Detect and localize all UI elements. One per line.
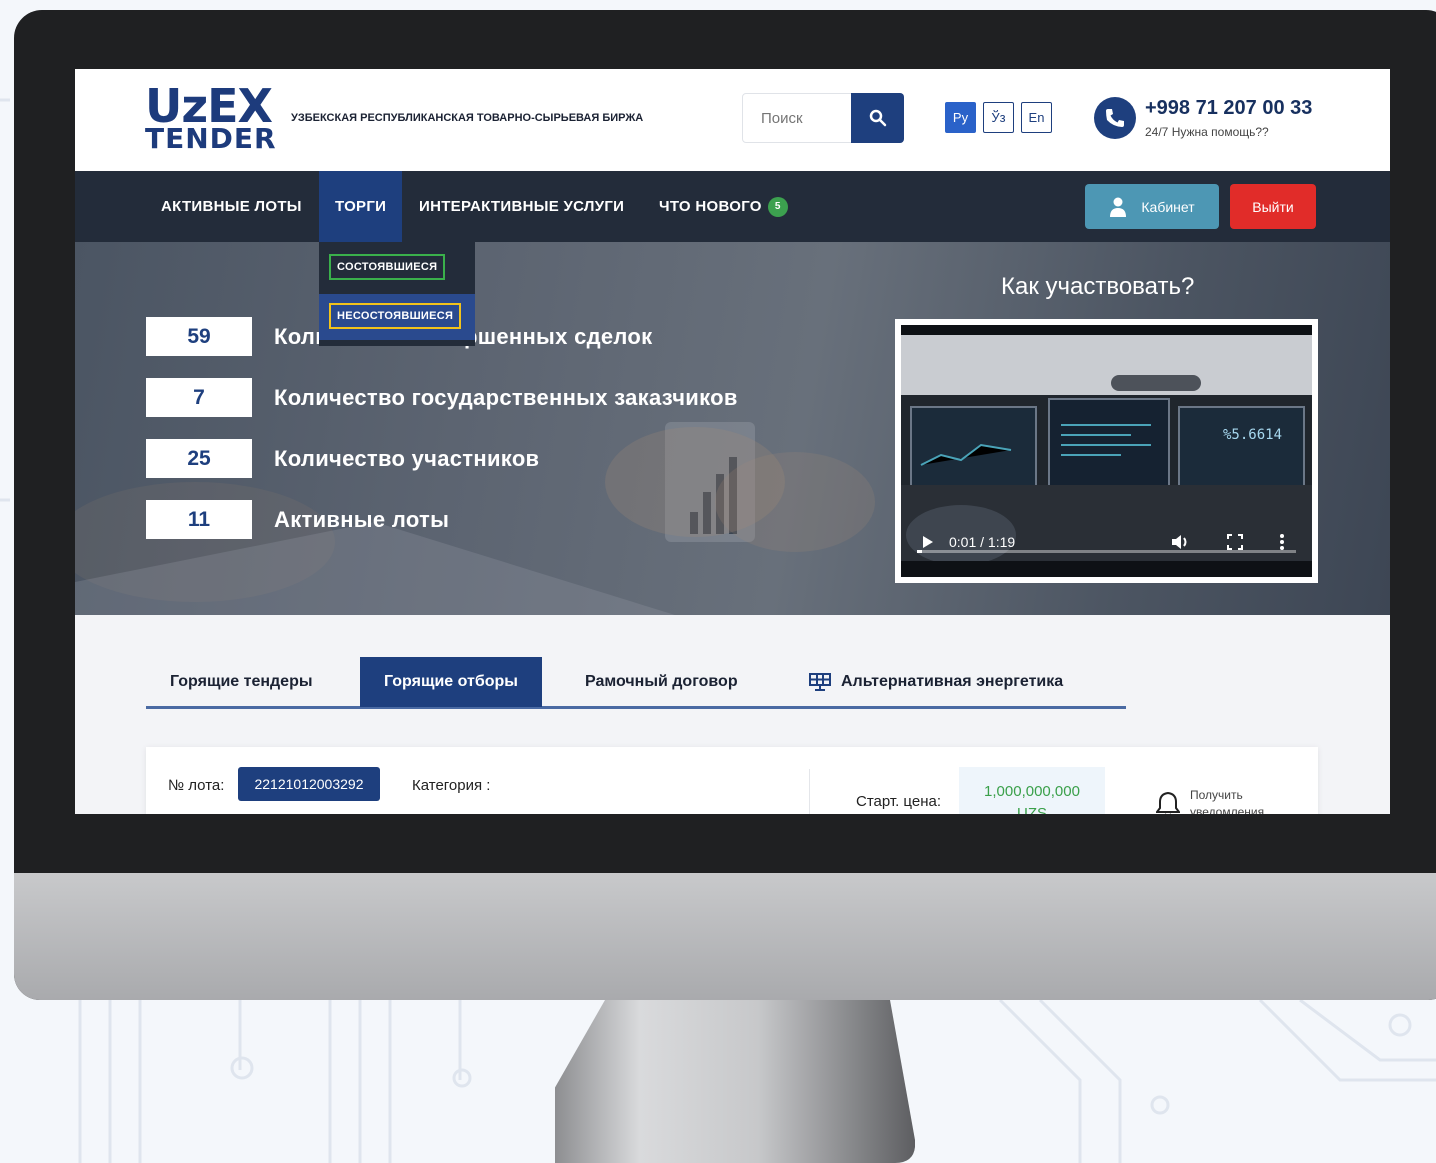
tab-hot-selections[interactable]: Горящие отборы xyxy=(360,657,542,707)
price-amount: 1,000,000,000 xyxy=(984,783,1080,800)
fullscreen-icon[interactable] xyxy=(1227,534,1243,550)
user-icon xyxy=(1110,197,1127,217)
uzex-logo[interactable]: UzEX TENDER xyxy=(145,83,277,153)
tab-framework-agreement[interactable]: Рамочный договор xyxy=(561,657,762,707)
video-progress-bar[interactable] xyxy=(917,550,1296,553)
lot-card[interactable]: № лота: 22121012003292 Категория : Старт… xyxy=(146,747,1318,814)
tab-hot-tenders[interactable]: Горящие тендеры xyxy=(146,657,337,707)
svg-text:%5.6614: %5.6614 xyxy=(1223,427,1282,443)
stat-participants: 25 Количество участников xyxy=(146,439,539,478)
trades-dropdown: СОСТОЯВШИЕСЯ НЕСОСТОЯВШИЕСЯ xyxy=(319,242,475,346)
news-count-badge: 5 xyxy=(767,196,788,217)
stat-label: Количество участников xyxy=(274,445,540,471)
video-progress-fill xyxy=(917,550,922,553)
nav-item-whats-new-label: ЧТО НОВОГО xyxy=(659,198,762,215)
video-time: 0:01 / 1:19 xyxy=(949,534,1016,550)
stat-label: Активные лоты xyxy=(274,506,450,532)
screen: UzEX TENDER УЗБЕКСКАЯ РЕСПУБЛИКАНСКАЯ ТО… xyxy=(75,69,1390,814)
stat-label: Количество государственных заказчиков xyxy=(274,384,738,410)
lot-number-badge[interactable]: 22121012003292 xyxy=(238,767,380,801)
lang-en[interactable]: En xyxy=(1021,102,1052,133)
notify-label: Получить уведомления xyxy=(1190,788,1265,814)
phone-icon xyxy=(1094,97,1136,139)
tab-alternative-energy[interactable]: Альтернативная энергетика xyxy=(785,657,1087,707)
price-currency: UZS xyxy=(1017,805,1047,814)
logo-text-bottom: TENDER xyxy=(145,122,277,155)
lang-ru[interactable]: Ру xyxy=(945,102,976,133)
play-icon[interactable] xyxy=(923,536,933,548)
notify-button[interactable]: Получить уведомления xyxy=(1156,787,1286,814)
support-text: 24/7 Нужна помощь?? xyxy=(1145,125,1269,139)
logout-button[interactable]: Выйти xyxy=(1230,184,1316,229)
tab-alternative-energy-label: Альтернативная энергетика xyxy=(841,673,1064,690)
language-switcher: Ру Ўз En xyxy=(945,102,1052,133)
volume-icon[interactable] xyxy=(1171,534,1189,550)
video-frame: %5.6614 0:01 / 1:19 xyxy=(901,325,1312,577)
lang-uz[interactable]: Ўз xyxy=(983,102,1014,133)
site-header: UzEX TENDER УЗБЕКСКАЯ РЕСПУБЛИКАНСКАЯ ТО… xyxy=(75,69,1390,171)
start-price-value: 1,000,000,000 UZS xyxy=(959,767,1105,814)
stat-value: 7 xyxy=(146,378,252,417)
nav-item-whats-new[interactable]: ЧТО НОВОГО 5 xyxy=(659,171,788,242)
lot-tabs: Горящие тендеры Горящие отборы Рамочный … xyxy=(146,657,1126,709)
monitor-chin xyxy=(14,873,1436,1000)
dropdown-item-completed[interactable]: СОСТОЯВШИЕСЯ xyxy=(329,254,446,280)
start-price-label: Старт. цена: xyxy=(856,793,941,810)
monitor-frame: UzEX TENDER УЗБЕКСКАЯ РЕСПУБЛИКАНСКАЯ ТО… xyxy=(14,10,1436,1000)
category-label: Категория : xyxy=(412,777,491,794)
phone-number[interactable]: +998 71 207 00 33 xyxy=(1145,97,1312,120)
search-box xyxy=(742,93,904,143)
monitor-stand xyxy=(555,1000,915,1163)
hero-section: 59 Количество совершенных сделок 7 Колич… xyxy=(75,242,1390,615)
stat-value: 25 xyxy=(146,439,252,478)
how-to-participate-title: Как участвовать? xyxy=(1001,273,1195,300)
stat-value: 59 xyxy=(146,317,252,356)
dropdown-item-failed[interactable]: НЕСОСТОЯВШИЕСЯ xyxy=(329,303,462,329)
video-player[interactable]: %5.6614 0:01 / 1:19 xyxy=(895,319,1318,583)
exchange-name: УЗБЕКСКАЯ РЕСПУБЛИКАНСКАЯ ТОВАРНО-СЫРЬЕВ… xyxy=(291,112,644,124)
stat-active-lots: 11 Активные лоты xyxy=(146,500,449,539)
stat-state-customers: 7 Количество государственных заказчиков xyxy=(146,378,738,417)
solar-panel-icon xyxy=(809,673,831,691)
cabinet-label: Кабинет xyxy=(1141,198,1195,215)
nav-item-interactive-services[interactable]: ИНТЕРАКТИВНЫЕ УСЛУГИ xyxy=(419,171,624,242)
search-input[interactable] xyxy=(743,94,851,142)
search-icon xyxy=(869,109,886,127)
main-nav: АКТИВНЫЕ ЛОТЫ ТОРГИ ИНТЕРАКТИВНЫЕ УСЛУГИ… xyxy=(75,171,1390,242)
cabinet-button[interactable]: Кабинет xyxy=(1085,184,1219,229)
lot-number-label: № лота: xyxy=(168,777,225,794)
stat-value: 11 xyxy=(146,500,252,539)
bell-icon xyxy=(1156,791,1180,814)
nav-item-trades[interactable]: ТОРГИ xyxy=(319,171,403,242)
nav-item-active-lots[interactable]: АКТИВНЫЕ ЛОТЫ xyxy=(161,171,302,242)
search-button[interactable] xyxy=(851,93,904,143)
card-divider xyxy=(809,769,810,814)
more-options-icon[interactable] xyxy=(1279,533,1285,551)
